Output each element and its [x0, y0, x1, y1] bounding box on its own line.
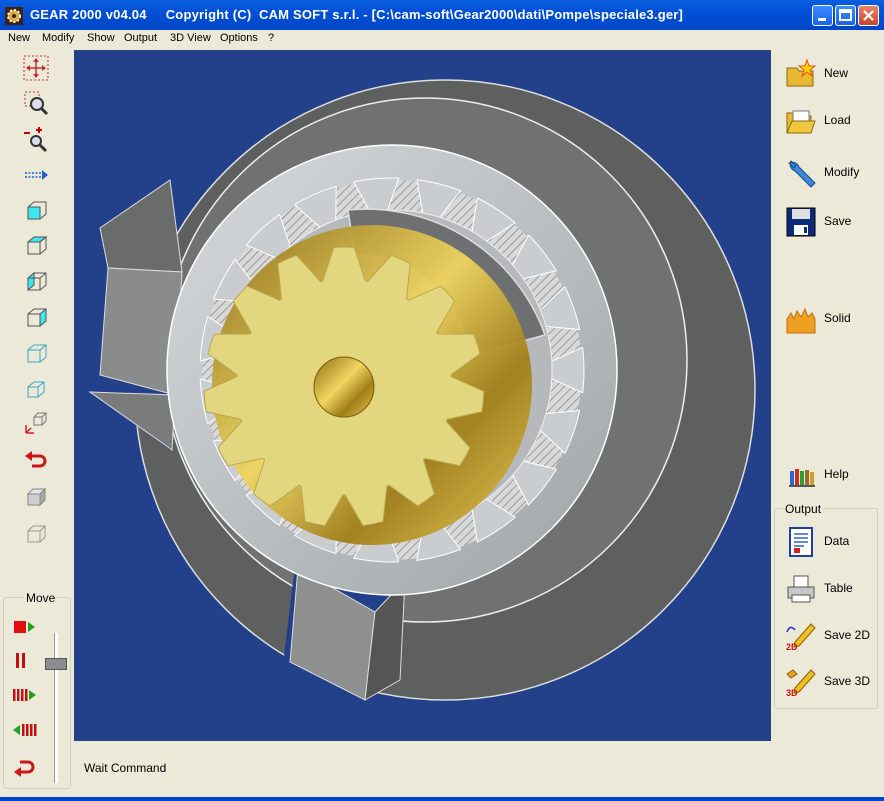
menu-options[interactable]: Options: [220, 32, 258, 44]
new-folder-icon: [786, 58, 817, 87]
app-gear-icon: [5, 7, 23, 25]
window-title: GEAR 2000 v04.04 Copyright (C) CAM SOFT …: [30, 7, 684, 22]
printer-icon: [787, 575, 815, 603]
svg-text:2D: 2D: [786, 642, 798, 652]
help-label: Help: [824, 467, 849, 481]
open-folder-icon: [786, 110, 816, 134]
save-label: Save: [824, 214, 852, 228]
title-bar: GEAR 2000 v04.04 Copyright (C) CAM SOFT …: [0, 0, 884, 30]
left-toolbar: [0, 49, 74, 594]
view-top-cube-icon[interactable]: [22, 232, 50, 260]
view-left-cube-icon[interactable]: [22, 268, 50, 296]
table-button[interactable]: Table: [779, 569, 879, 609]
pause-icon[interactable]: [12, 651, 38, 671]
save-2d-button[interactable]: 2D Save 2D: [779, 616, 879, 656]
shaded-cube-icon[interactable]: [22, 482, 50, 510]
save-3d-label: Save 3D: [824, 674, 871, 688]
move-panel: Move: [3, 591, 71, 789]
view-iso-cube-icon[interactable]: [22, 340, 50, 368]
table-label: Table: [824, 581, 853, 595]
books-icon: [789, 469, 815, 487]
solid-button[interactable]: Solid: [779, 299, 879, 339]
document-icon: [789, 527, 813, 557]
solid-label: Solid: [824, 311, 851, 325]
menu-modify[interactable]: Modify: [42, 32, 74, 44]
svg-text:3D: 3D: [786, 688, 798, 698]
minimize-icon: [818, 18, 826, 21]
view-iso2-cube-icon[interactable]: [22, 375, 50, 403]
window-frame-bottom: [0, 797, 884, 801]
modify-button[interactable]: Modify: [779, 153, 879, 193]
load-button[interactable]: Load: [779, 101, 879, 141]
floppy-icon: [786, 207, 816, 237]
pencil-3d-icon: 3D: [786, 669, 816, 698]
move-right-icon[interactable]: [22, 161, 50, 189]
fast-forward-icon[interactable]: [12, 686, 38, 706]
pencil-2d-icon: 2D: [786, 623, 816, 652]
menu-bar: New Modify Show Output 3D View Options ?: [0, 30, 884, 49]
speed-slider-thumb[interactable]: [45, 658, 67, 670]
menu-output[interactable]: Output: [124, 32, 157, 44]
zoom-window-icon[interactable]: [22, 89, 50, 117]
status-text: Wait Command: [84, 761, 167, 775]
new-label: New: [824, 66, 849, 80]
wrench-icon: [788, 160, 816, 188]
close-icon: [863, 10, 874, 21]
new-button[interactable]: New: [779, 54, 879, 94]
maximize-button[interactable]: [835, 5, 856, 26]
close-button[interactable]: [858, 5, 879, 26]
view-front-cube-icon[interactable]: [22, 197, 50, 225]
modify-label: Modify: [824, 165, 860, 179]
output-panel-label: Output: [783, 502, 824, 516]
return-icon[interactable]: [12, 755, 38, 777]
help-button[interactable]: Help: [779, 455, 879, 495]
gear-pump-render: [85, 79, 756, 701]
load-label: Load: [824, 113, 851, 127]
menu-help[interactable]: ?: [268, 32, 274, 44]
data-label: Data: [824, 534, 850, 548]
data-button[interactable]: Data: [779, 522, 879, 562]
fast-backward-icon[interactable]: [12, 721, 38, 741]
speed-slider-track[interactable]: [54, 633, 58, 783]
undo-red-icon[interactable]: [22, 446, 50, 474]
play-forward-icon[interactable]: [12, 618, 38, 638]
solid-gear-icon: [786, 307, 816, 334]
pan-icon[interactable]: [22, 54, 50, 82]
right-toolbar: New Load Modify Save Solid Help Output D…: [771, 50, 884, 801]
wire-cube-icon[interactable]: [22, 519, 50, 547]
move-panel-label: Move: [24, 591, 58, 605]
menu-3d-view[interactable]: 3D View: [170, 32, 211, 44]
menu-new[interactable]: New: [8, 32, 30, 44]
3d-viewport[interactable]: [74, 50, 771, 741]
menu-show[interactable]: Show: [87, 32, 115, 44]
save-3d-button[interactable]: 3D Save 3D: [779, 662, 879, 702]
view-right-cube-icon[interactable]: [22, 304, 50, 332]
minimize-button[interactable]: [812, 5, 833, 26]
maximize-icon: [839, 9, 852, 21]
save-2d-label: Save 2D: [824, 628, 871, 642]
zoom-in-out-icon[interactable]: [22, 125, 50, 153]
save-button[interactable]: Save: [779, 202, 879, 242]
output-panel: Output Data Table 2D Save 2D 3D Save 3D: [774, 502, 879, 709]
axes-cube-icon[interactable]: [22, 409, 50, 437]
